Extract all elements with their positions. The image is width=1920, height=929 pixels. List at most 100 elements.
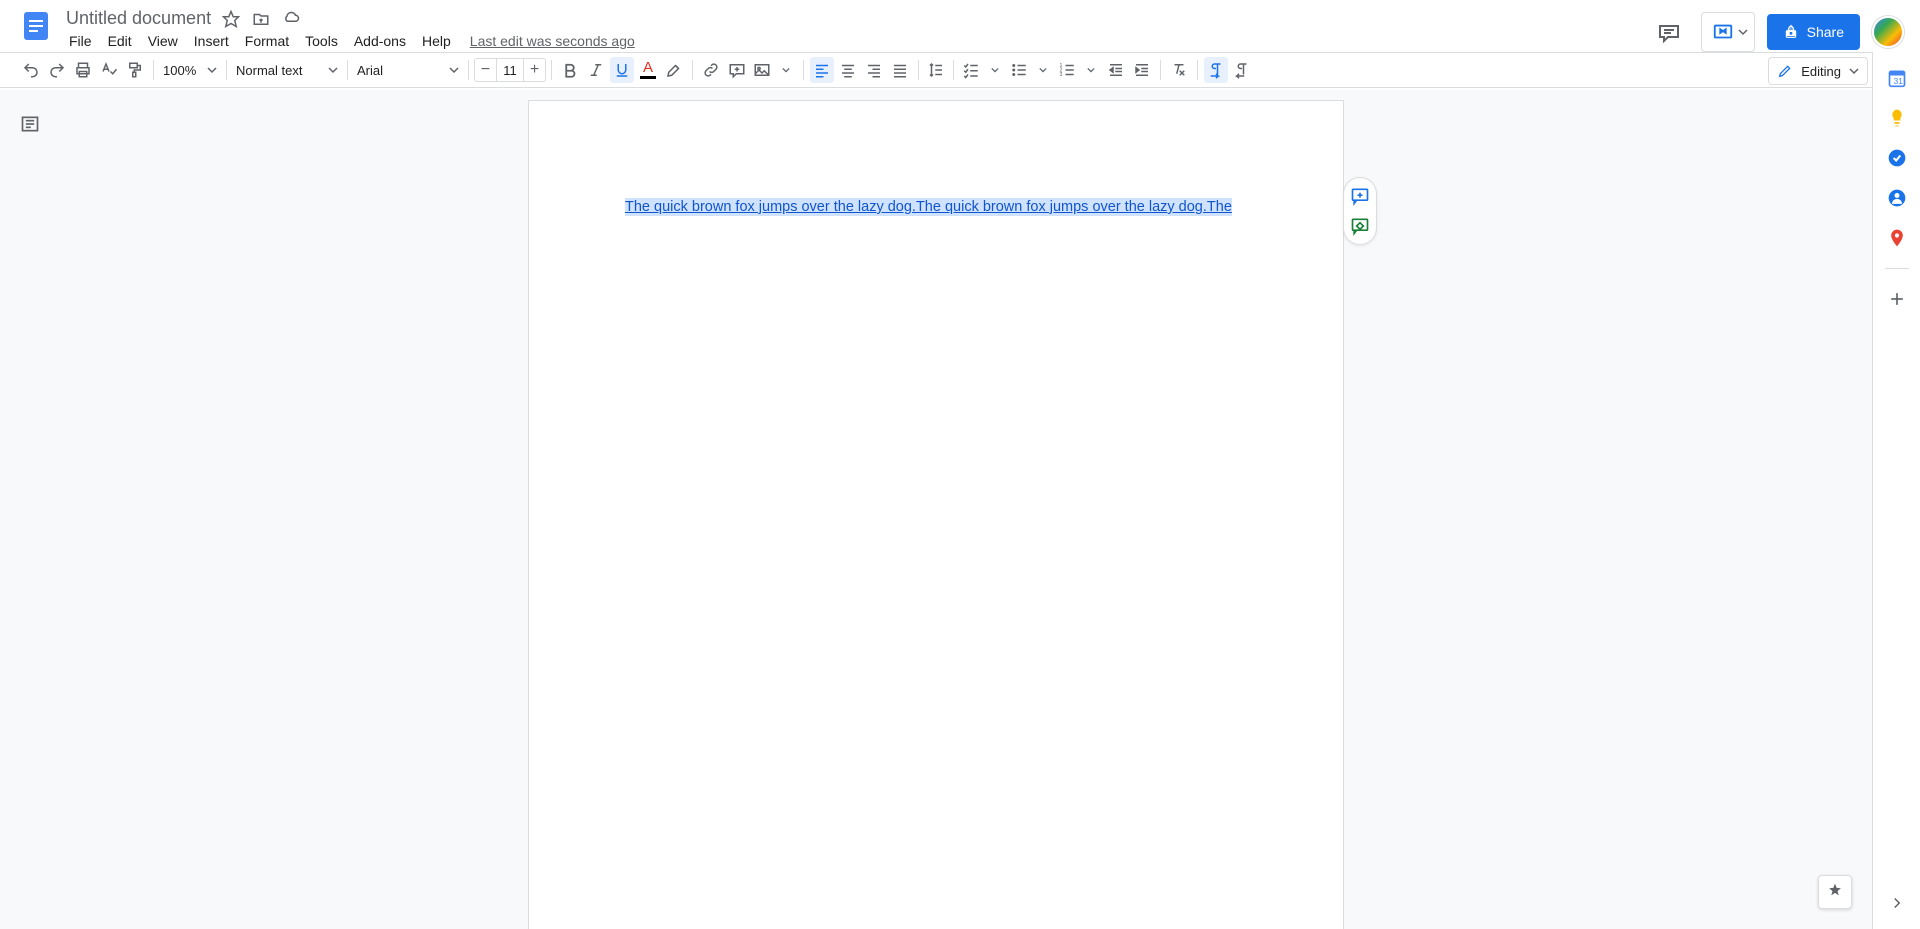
bullet-list-split: [1007, 57, 1055, 83]
suggest-edit-icon[interactable]: [1348, 214, 1372, 238]
menu-edit[interactable]: Edit: [101, 31, 139, 51]
document-outline-button[interactable]: [18, 112, 42, 136]
maps-icon[interactable]: [1887, 228, 1907, 248]
numbered-list-split: 123: [1055, 57, 1103, 83]
bold-button[interactable]: [558, 57, 582, 83]
present-button[interactable]: [1701, 12, 1755, 52]
menu-addons[interactable]: Add-ons: [347, 31, 413, 51]
title-row: Untitled document: [62, 6, 1649, 29]
separator: [226, 60, 227, 80]
highlight-color-button[interactable]: [662, 57, 686, 83]
bullet-list-button[interactable]: [1007, 57, 1031, 83]
header: Untitled document File Edit View Insert …: [0, 0, 1920, 52]
paragraph-style-combo[interactable]: Normal text: [232, 57, 342, 83]
font-size-group: − +: [474, 58, 546, 82]
undo-button[interactable]: [19, 57, 43, 83]
menu-help[interactable]: Help: [415, 31, 458, 51]
rtl-button[interactable]: [1230, 57, 1254, 83]
explore-button[interactable]: [1818, 875, 1852, 909]
align-justify-button[interactable]: [888, 57, 912, 83]
line-spacing-button[interactable]: [924, 57, 948, 83]
separator: [803, 60, 804, 80]
page-content[interactable]: The quick brown fox jumps over the lazy …: [625, 197, 1247, 218]
header-right: Share: [1649, 6, 1904, 52]
insert-image-split: [750, 57, 798, 83]
menu-bar: File Edit View Insert Format Tools Add-o…: [62, 29, 1649, 51]
add-comment-icon[interactable]: [1348, 184, 1372, 208]
margin-comment-tools: [1343, 177, 1377, 245]
zoom-combo[interactable]: 100%: [159, 57, 221, 83]
indent-increase-button[interactable]: [1130, 57, 1154, 83]
toolbar: 100% Normal text Arial − + A: [0, 52, 1920, 88]
page[interactable]: The quick brown fox jumps over the lazy …: [528, 100, 1344, 929]
document-text[interactable]: The quick brown fox jumps over the lazy …: [625, 198, 1232, 216]
font-size-decrease[interactable]: −: [474, 58, 496, 82]
line-spacing-split: [924, 57, 948, 83]
side-panel-divider: [1885, 268, 1909, 269]
paint-format-button[interactable]: [123, 57, 147, 83]
checklist-split: [959, 57, 1007, 83]
contacts-icon[interactable]: [1887, 188, 1907, 208]
italic-button[interactable]: [584, 57, 608, 83]
separator: [1197, 60, 1198, 80]
star-icon[interactable]: [221, 9, 241, 29]
font-combo[interactable]: Arial: [353, 57, 463, 83]
menu-file[interactable]: File: [62, 31, 99, 51]
font-value: Arial: [357, 63, 383, 78]
redo-button[interactable]: [45, 57, 69, 83]
separator: [692, 60, 693, 80]
checklist-button[interactable]: [959, 57, 983, 83]
indent-decrease-button[interactable]: [1104, 57, 1128, 83]
insert-comment-button[interactable]: [725, 57, 749, 83]
document-title[interactable]: Untitled document: [66, 8, 211, 29]
ltr-button[interactable]: [1204, 57, 1228, 83]
checklist-dropdown[interactable]: [983, 57, 1007, 83]
insert-link-button[interactable]: [699, 57, 723, 83]
separator: [468, 60, 469, 80]
clear-formatting-button[interactable]: [1167, 57, 1191, 83]
add-addon-icon[interactable]: [1887, 289, 1907, 309]
numbered-list-dropdown[interactable]: [1079, 57, 1103, 83]
move-icon[interactable]: [251, 9, 271, 29]
side-panel-collapse-icon[interactable]: [1887, 893, 1907, 913]
separator: [347, 60, 348, 80]
selected-text[interactable]: The quick brown fox jumps over the lazy …: [625, 198, 1232, 216]
share-button[interactable]: Share: [1767, 14, 1860, 50]
align-right-button[interactable]: [862, 57, 886, 83]
calendar-icon[interactable]: 31: [1887, 68, 1907, 88]
separator: [953, 60, 954, 80]
separator: [918, 60, 919, 80]
docs-icon[interactable]: [16, 6, 56, 46]
keep-icon[interactable]: [1887, 108, 1907, 128]
numbered-list-button[interactable]: 123: [1055, 57, 1079, 83]
separator: [551, 60, 552, 80]
separator: [1160, 60, 1161, 80]
insert-image-button[interactable]: [750, 57, 774, 83]
cloud-status-icon[interactable]: [281, 9, 301, 29]
last-edit-link[interactable]: Last edit was seconds ago: [470, 33, 635, 49]
tasks-icon[interactable]: [1887, 148, 1907, 168]
zoom-value: 100%: [163, 63, 196, 78]
svg-text:31: 31: [1893, 76, 1903, 86]
font-size-increase[interactable]: +: [524, 58, 546, 82]
menu-view[interactable]: View: [141, 31, 185, 51]
menu-tools[interactable]: Tools: [298, 31, 345, 51]
spellcheck-button[interactable]: [97, 57, 121, 83]
comment-history-icon[interactable]: [1649, 12, 1689, 52]
font-size-input[interactable]: [496, 58, 524, 82]
menu-format[interactable]: Format: [238, 31, 296, 51]
workspace: The quick brown fox jumps over the lazy …: [0, 90, 1872, 929]
bullet-list-dropdown[interactable]: [1031, 57, 1055, 83]
editing-mode-combo[interactable]: Editing: [1768, 57, 1868, 85]
menu-insert[interactable]: Insert: [187, 31, 236, 51]
style-value: Normal text: [236, 63, 302, 78]
svg-text:3: 3: [1060, 72, 1063, 78]
align-center-button[interactable]: [836, 57, 860, 83]
avatar[interactable]: [1872, 16, 1904, 48]
underline-button[interactable]: [610, 57, 634, 83]
side-panel: 31: [1872, 52, 1920, 929]
align-left-button[interactable]: [810, 57, 834, 83]
text-color-button[interactable]: A: [636, 57, 660, 83]
print-button[interactable]: [71, 57, 95, 83]
insert-image-dropdown[interactable]: [774, 57, 798, 83]
